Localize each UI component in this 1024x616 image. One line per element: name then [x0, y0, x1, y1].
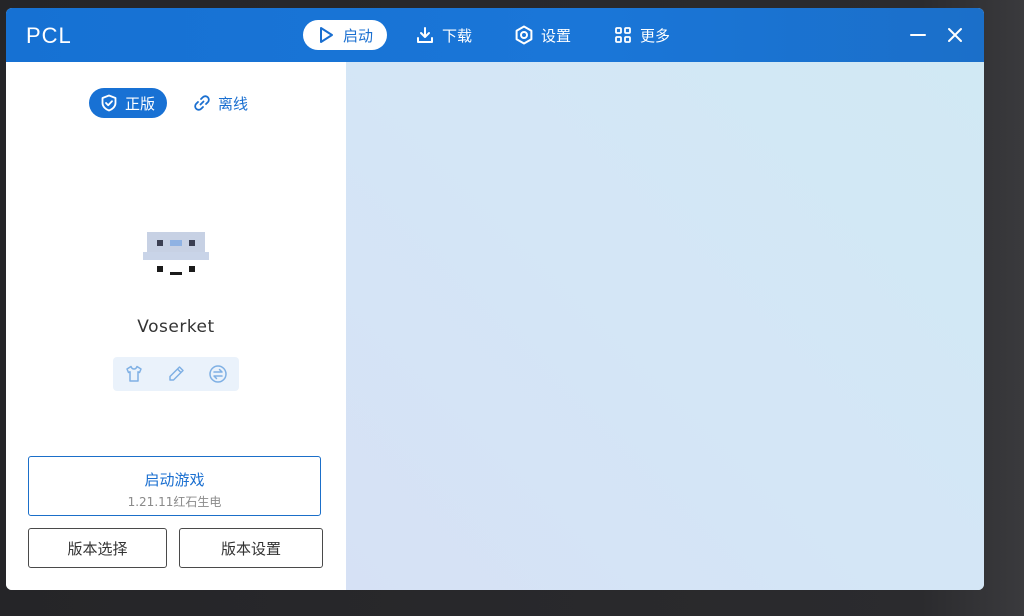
app-logo: PCL: [26, 23, 72, 48]
minimize-button[interactable]: [905, 22, 931, 48]
tab-offline[interactable]: 离线: [192, 88, 248, 118]
launch-version-label: 1.21.11红石生电: [127, 495, 222, 509]
shield-check-icon: [99, 93, 119, 113]
swap-icon: [209, 365, 227, 383]
grid-icon: [612, 24, 634, 46]
nav-settings[interactable]: 设置: [513, 20, 571, 50]
username: Voserket: [137, 317, 215, 337]
download-icon: [414, 24, 436, 46]
switch-account-button[interactable]: [207, 363, 229, 385]
change-skin-button[interactable]: [123, 363, 145, 385]
pencil-icon: [169, 366, 184, 381]
nav-more-label: 更多: [640, 26, 671, 45]
shirt-icon: [126, 365, 142, 382]
skin-head-icon: [143, 232, 209, 286]
nav-more[interactable]: 更多: [612, 20, 670, 50]
close-icon: [948, 28, 962, 42]
settings-icon: [513, 24, 535, 46]
nav-download-label: 下载: [442, 26, 473, 45]
nav-settings-label: 设置: [541, 26, 572, 45]
nav-launch[interactable]: 启动: [303, 20, 388, 50]
version-settings-button[interactable]: 版本设置: [179, 528, 323, 568]
launch-game-button[interactable]: 启动游戏 1.21.11红石生电: [28, 456, 321, 516]
app-window: PCL 启动 下载 设置 更多 正版 离线 Voserket 启动游戏 1.21…: [6, 8, 984, 590]
nav-launch-label: 启动: [343, 26, 374, 45]
close-button[interactable]: [942, 22, 968, 48]
skin-tools: [113, 357, 239, 391]
tab-official[interactable]: 正版: [89, 88, 168, 118]
version-select-button[interactable]: 版本选择: [28, 528, 167, 568]
tab-offline-label: 离线: [218, 94, 249, 113]
launch-game-label: 启动游戏: [144, 471, 205, 489]
tab-official-label: 正版: [125, 94, 156, 113]
minimize-icon: [910, 34, 926, 36]
play-icon: [315, 24, 337, 46]
content-area: [346, 62, 984, 590]
link-icon: [192, 93, 212, 113]
avatar: [143, 232, 209, 288]
account-panel: 正版 离线 Voserket 启动游戏 1.21.11红石生电 版本选择 版本设…: [6, 62, 346, 590]
edit-name-button[interactable]: [165, 363, 187, 385]
title-bar: PCL 启动 下载 设置 更多: [6, 8, 984, 62]
nav-download[interactable]: 下载: [414, 20, 472, 50]
